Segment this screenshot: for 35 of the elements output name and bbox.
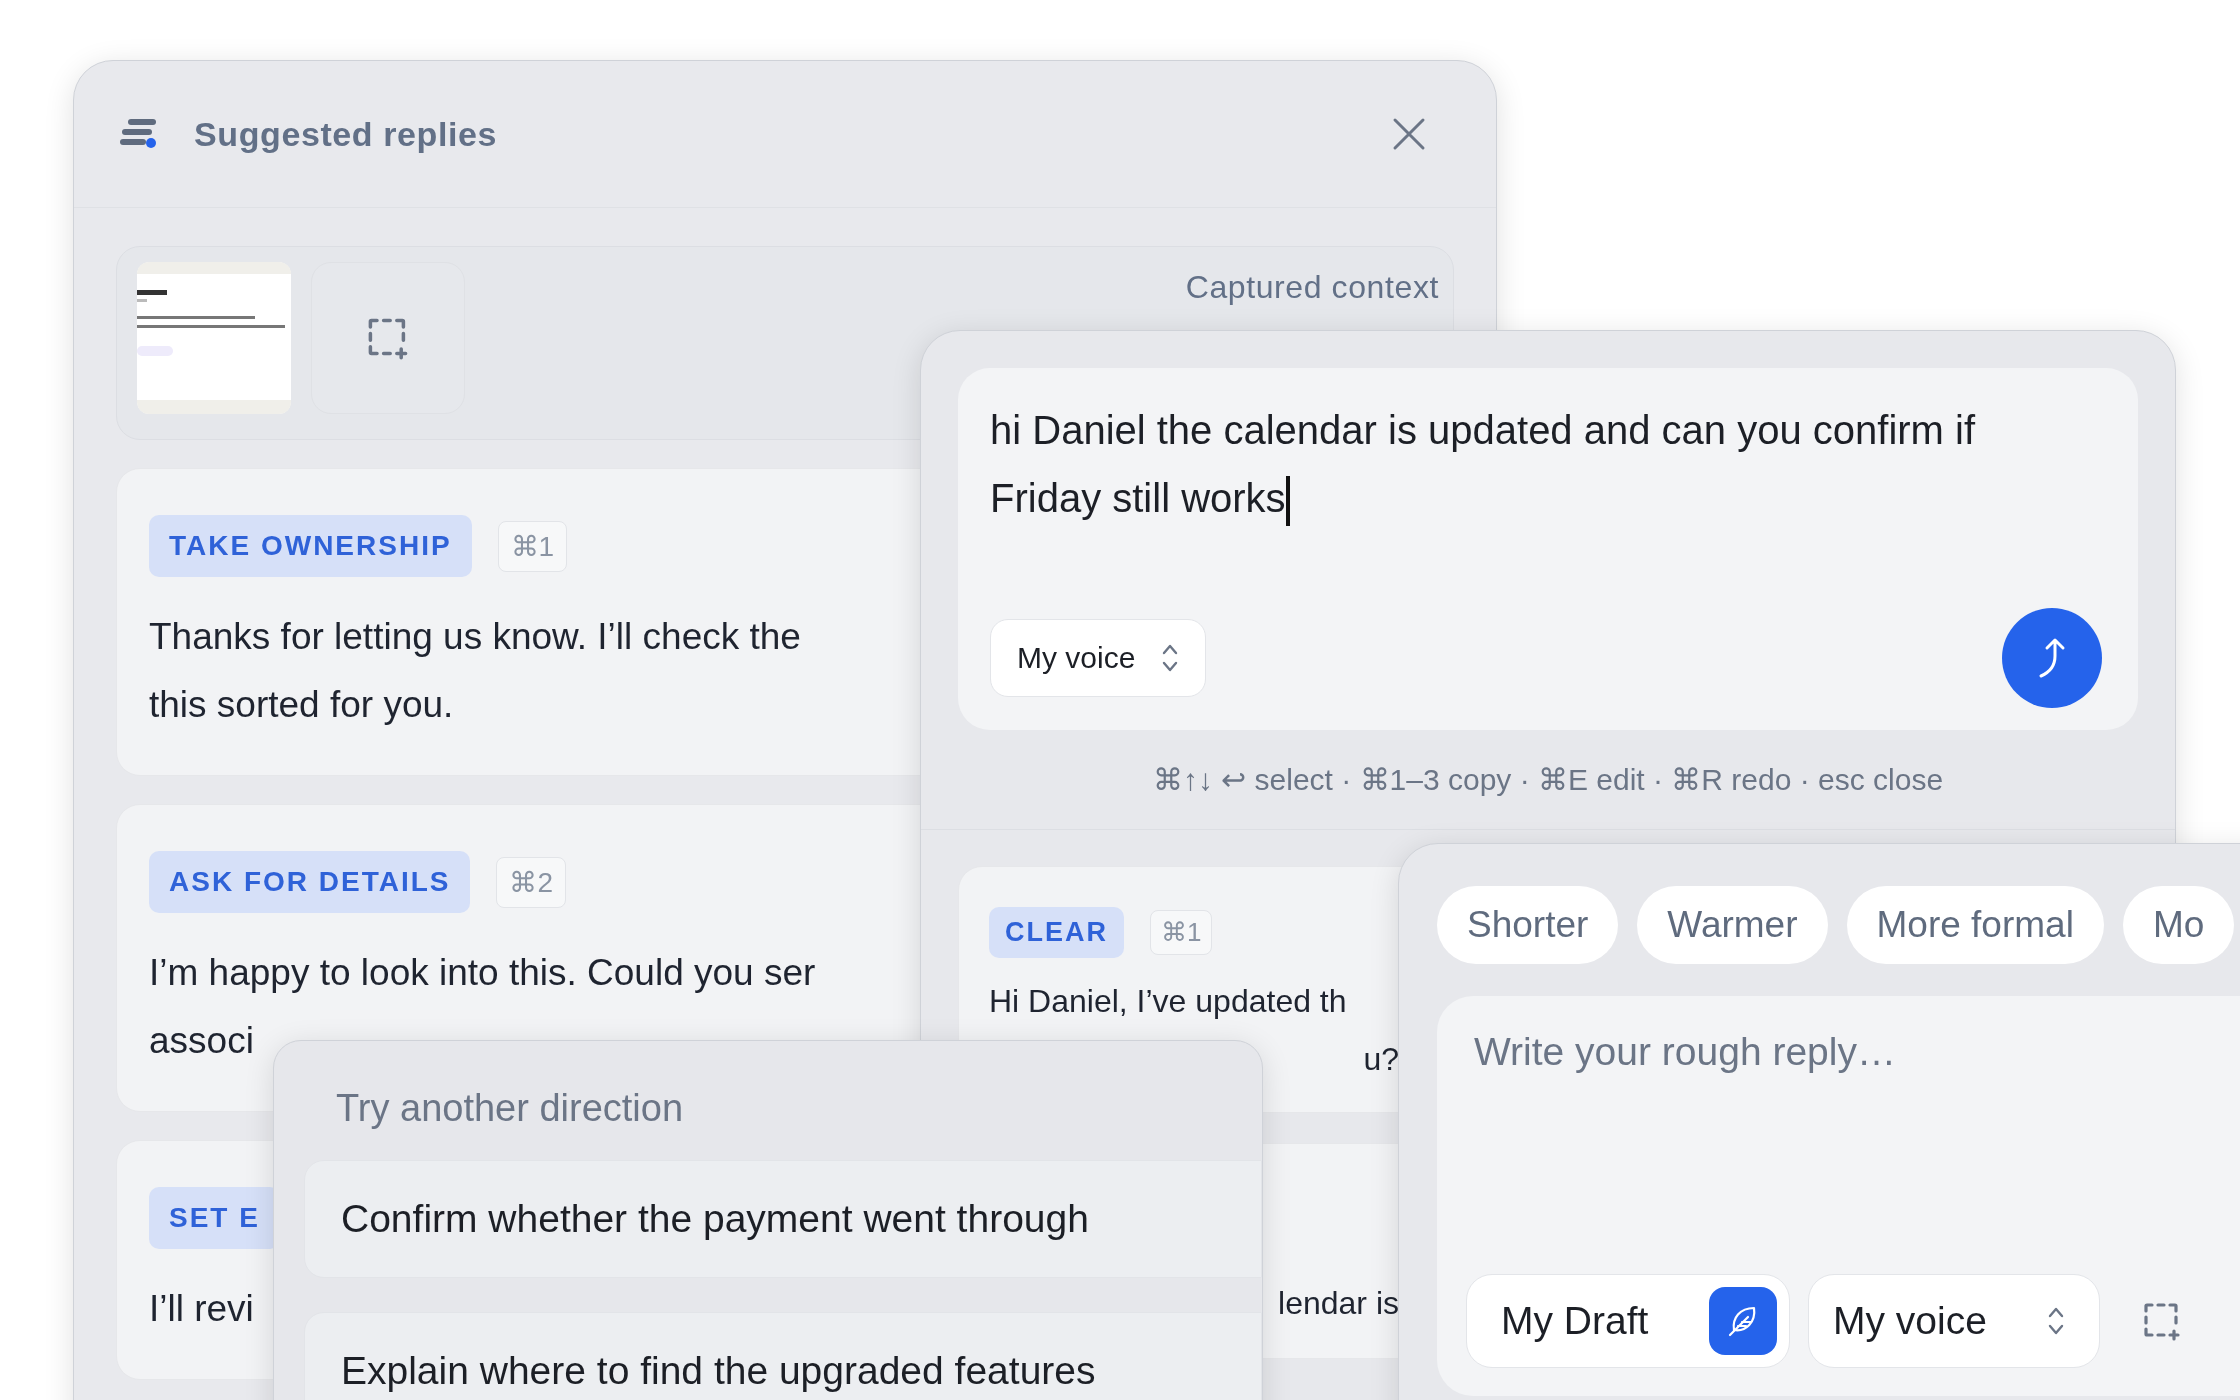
reply-card[interactable]: TAKE OWNERSHIP ⌘1 Thanks for letting us know. I’ll check the this sorted for you. xyxy=(116,468,921,776)
tone-chip[interactable]: Warmer xyxy=(1637,886,1828,964)
reply-text: u? xyxy=(1363,1040,1399,1079)
draft-label: My Draft xyxy=(1501,1299,1649,1343)
tone-chip[interactable]: Mo xyxy=(2122,886,2235,964)
curved-arrow-icon xyxy=(2037,636,2067,680)
reply-box[interactable]: Write your rough reply… My Draft My voice xyxy=(1437,996,2240,1396)
voice-select[interactable]: My voice xyxy=(1808,1274,2100,1368)
capture-icon xyxy=(2142,1301,2182,1341)
reply-tag: ASK FOR DETAILS xyxy=(149,851,471,913)
reply-text: I’m happy to look into this. Could you ser xyxy=(149,951,816,995)
context-label: Captured context xyxy=(1185,269,1439,306)
reply-text: this sorted for you. xyxy=(149,683,454,727)
capture-icon xyxy=(366,316,410,360)
shortcut-hints: ⌘↑↓ ↩ select · ⌘1–3 copy · ⌘E edit · ⌘R redo · esc close xyxy=(921,730,2175,830)
direction-option[interactable]: Confirm whether the payment went through xyxy=(304,1160,1262,1278)
reply-text: Hi Daniel, I’ve updated th xyxy=(989,982,1347,1021)
tone-chip[interactable]: Shorter xyxy=(1437,886,1619,964)
message-field[interactable]: hi Daniel the calendar is updated and can you confirm if Friday still works xyxy=(990,396,1980,608)
reply-text: associ xyxy=(149,1019,254,1063)
reply-tag: CLEAR xyxy=(989,907,1124,958)
tone-chip[interactable]: More formal xyxy=(1846,886,2104,964)
shortcut-badge: ⌘2 xyxy=(496,856,567,908)
shortcut-badge: ⌘1 xyxy=(497,520,568,572)
reply-text: I’ll revi xyxy=(149,1287,254,1331)
reply-field[interactable]: Write your rough reply… xyxy=(1466,996,2240,1274)
window-title: Suggested replies xyxy=(194,114,499,154)
reply-text: lendar is xyxy=(1278,1284,1399,1323)
reply-tag: TAKE OWNERSHIP xyxy=(149,515,472,577)
shortcut-badge: ⌘1 xyxy=(1150,910,1213,955)
close-icon[interactable] xyxy=(1392,117,1426,151)
feather-button[interactable] xyxy=(1709,1287,1777,1355)
direction-option[interactable]: Explain where to find the upgraded features xyxy=(304,1312,1262,1400)
reply-text: Thanks for letting us know. I’ll check the xyxy=(149,615,801,659)
voice-select[interactable]: My voice xyxy=(990,619,1207,697)
